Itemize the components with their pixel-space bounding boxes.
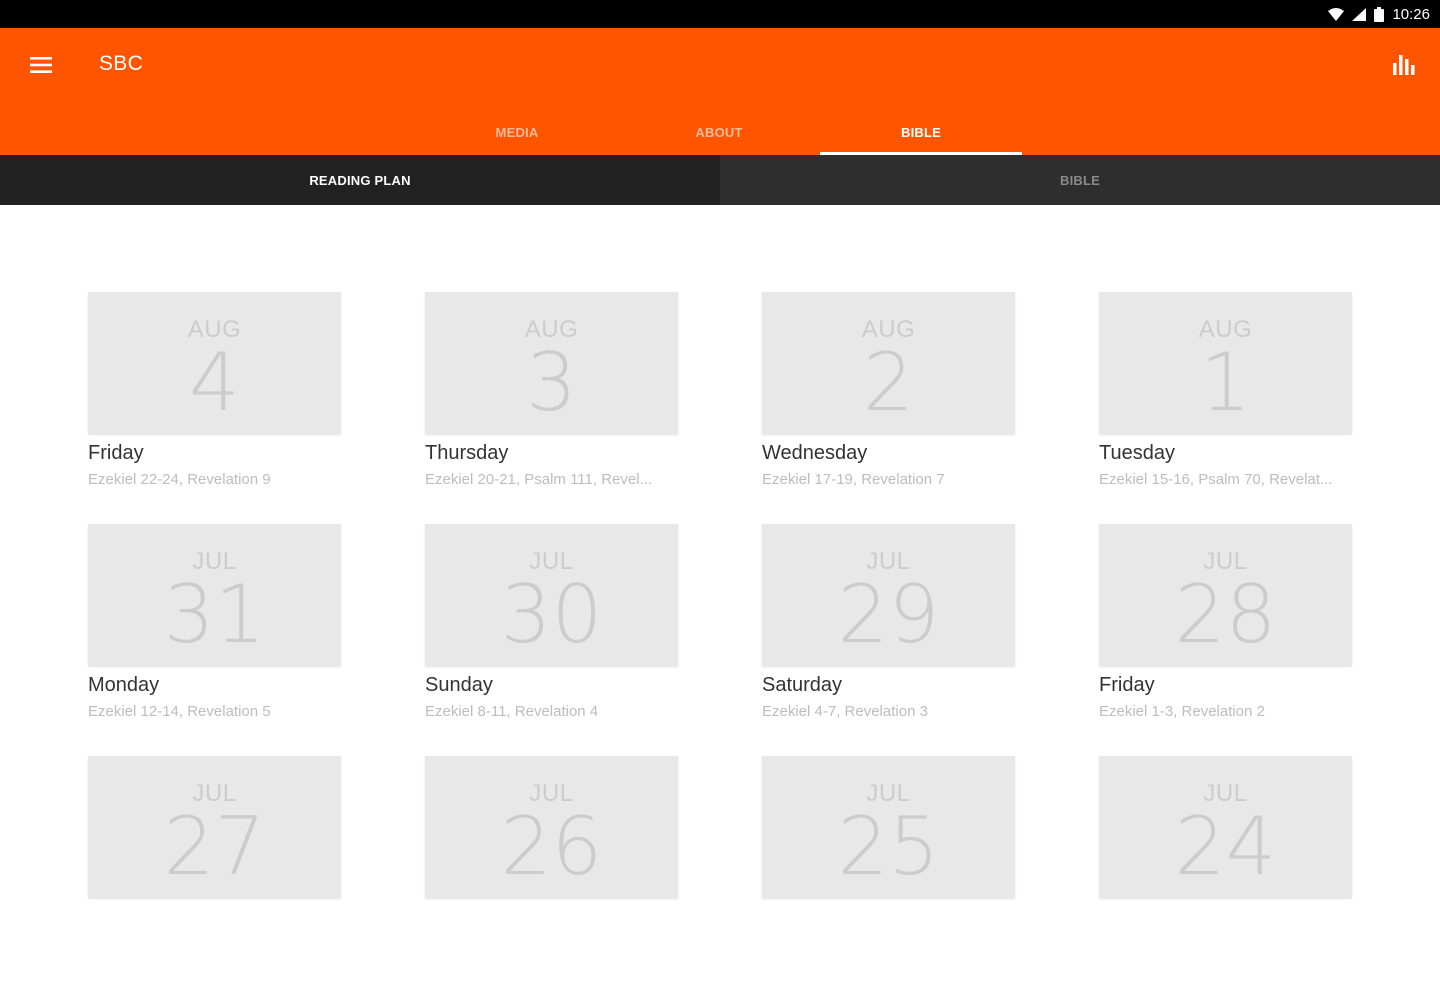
reading-weekday: Monday xyxy=(88,674,160,696)
reading-card[interactable]: AUG 1 Tuesday Ezekiel 15-16, Psalm 70, R… xyxy=(1099,292,1352,524)
reading-card[interactable]: JUL 31 Monday Ezekiel 12-14, Revelation … xyxy=(88,524,341,756)
date-tile: AUG 3 xyxy=(425,292,678,434)
date-tile: JUL 31 xyxy=(88,524,341,666)
reading-weekday: Thursday xyxy=(425,442,509,464)
date-day: 31 xyxy=(163,568,266,661)
date-day: 26 xyxy=(500,800,603,893)
reading-card[interactable]: JUL 29 Saturday Ezekiel 4-7, Revelation … xyxy=(762,524,1015,756)
reading-passage: Ezekiel 17-19, Revelation 7 xyxy=(762,471,945,488)
date-day: 29 xyxy=(837,568,940,661)
date-tile: JUL 29 xyxy=(762,524,1015,666)
date-day: 30 xyxy=(500,568,603,661)
reading-weekday: Sunday xyxy=(425,674,493,696)
date-day: 3 xyxy=(526,336,577,429)
reading-card[interactable]: AUG 2 Wednesday Ezekiel 17-19, Revelatio… xyxy=(762,292,1015,524)
main-tabs: MEDIA ABOUT BIBLE xyxy=(416,110,1022,155)
hamburger-menu-icon[interactable] xyxy=(26,50,56,80)
reading-passage: Ezekiel 12-14, Revelation 5 xyxy=(88,703,271,720)
sub-tab-bible[interactable]: BIBLE xyxy=(720,155,1440,205)
reading-card[interactable]: JUL 27 xyxy=(88,756,341,988)
wifi-icon xyxy=(1328,7,1345,21)
reading-passage: Ezekiel 15-16, Psalm 70, Revelat... xyxy=(1099,471,1333,488)
reading-card[interactable]: JUL 26 xyxy=(425,756,678,988)
battery-icon xyxy=(1374,6,1385,22)
reading-card[interactable]: AUG 3 Thursday Ezekiel 20-21, Psalm 111,… xyxy=(425,292,678,524)
reading-passage: Ezekiel 1-3, Revelation 2 xyxy=(1099,703,1265,720)
reading-weekday: Friday xyxy=(1099,674,1155,696)
sub-tabs: READING PLAN BIBLE xyxy=(0,155,1440,205)
date-tile: JUL 24 xyxy=(1099,756,1352,898)
reading-card[interactable]: JUL 30 Sunday Ezekiel 8-11, Revelation 4 xyxy=(425,524,678,756)
cell-signal-icon xyxy=(1352,7,1367,21)
date-tile: JUL 26 xyxy=(425,756,678,898)
tab-about[interactable]: ABOUT xyxy=(618,110,820,155)
reading-card[interactable]: JUL 25 xyxy=(762,756,1015,988)
status-bar: 10:26 xyxy=(0,0,1440,28)
date-day: 24 xyxy=(1174,800,1277,893)
reading-weekday: Friday xyxy=(88,442,144,464)
reading-weekday: Wednesday xyxy=(762,442,868,464)
reading-passage: Ezekiel 22-24, Revelation 9 xyxy=(88,471,271,488)
date-day: 1 xyxy=(1200,336,1251,429)
date-tile: JUL 30 xyxy=(425,524,678,666)
reading-passage: Ezekiel 20-21, Psalm 111, Revel... xyxy=(425,471,653,488)
date-tile: AUG 1 xyxy=(1099,292,1352,434)
bar-chart-icon[interactable] xyxy=(1388,48,1420,80)
date-day: 28 xyxy=(1174,568,1277,661)
status-time: 10:26 xyxy=(1392,5,1430,23)
reading-card[interactable]: JUL 28 Friday Ezekiel 1-3, Revelation 2 xyxy=(1099,524,1352,756)
date-tile: AUG 2 xyxy=(762,292,1015,434)
date-day: 4 xyxy=(189,336,240,429)
date-tile: AUG 4 xyxy=(88,292,341,434)
app-title: SBC xyxy=(99,52,144,75)
tab-bible[interactable]: BIBLE xyxy=(820,110,1022,155)
reading-card[interactable]: AUG 4 Friday Ezekiel 22-24, Revelation 9 xyxy=(88,292,341,524)
date-tile: JUL 28 xyxy=(1099,524,1352,666)
reading-card[interactable]: JUL 24 xyxy=(1099,756,1352,988)
sub-tab-reading-plan[interactable]: READING PLAN xyxy=(0,155,720,205)
reading-weekday: Saturday xyxy=(762,674,843,696)
date-day: 27 xyxy=(163,800,266,893)
date-tile: JUL 25 xyxy=(762,756,1015,898)
tab-media[interactable]: MEDIA xyxy=(416,110,618,155)
date-day: 25 xyxy=(837,800,940,893)
reading-weekday: Tuesday xyxy=(1099,442,1175,464)
reading-plan-grid: AUG 4 Friday Ezekiel 22-24, Revelation 9… xyxy=(88,292,1354,988)
date-day: 2 xyxy=(863,336,914,429)
reading-passage: Ezekiel 4-7, Revelation 3 xyxy=(762,703,928,720)
status-icons: 10:26 xyxy=(1328,0,1430,28)
app-bar: SBC MEDIA ABOUT BIBLE xyxy=(0,28,1440,155)
date-tile: JUL 27 xyxy=(88,756,341,898)
reading-passage: Ezekiel 8-11, Revelation 4 xyxy=(425,703,599,720)
